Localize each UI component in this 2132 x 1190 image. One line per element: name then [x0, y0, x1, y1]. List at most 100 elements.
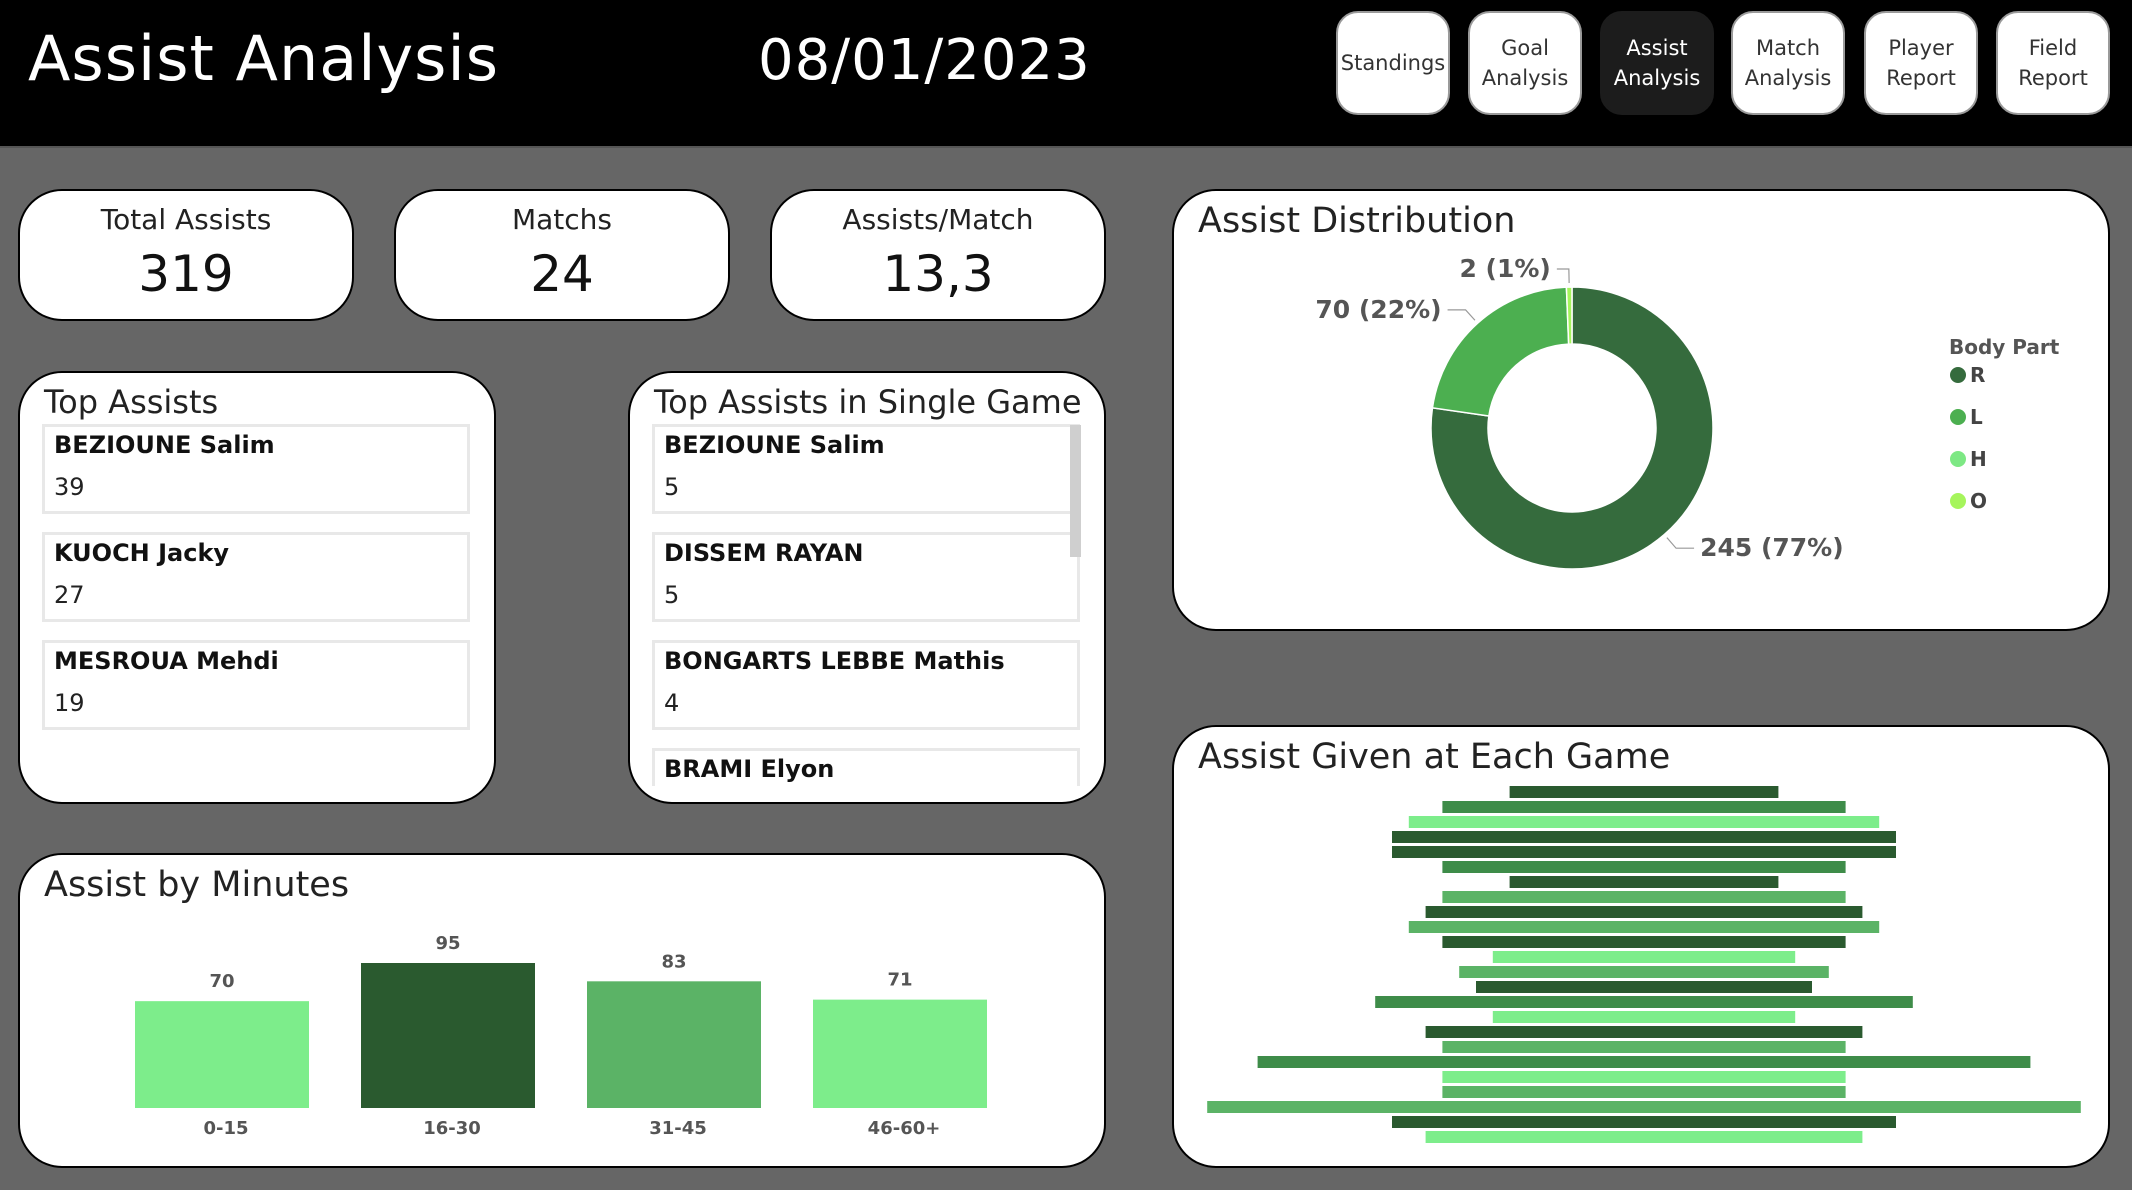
nav-goal-analysis-button[interactable]: Goal Analysis	[1468, 11, 1582, 115]
nav-label: Player	[1888, 36, 1954, 60]
category-label: 0-15	[203, 1118, 248, 1139]
legend-item[interactable]: R	[1970, 363, 1985, 387]
game-bar[interactable]	[1408, 816, 1880, 828]
nav-label: Analysis	[1744, 66, 1832, 90]
game-bar[interactable]	[1442, 891, 1846, 903]
kpi-label: Assists/Match	[842, 203, 1034, 236]
list-item[interactable]: BONGARTS LEBBE Mathis 4	[652, 640, 1080, 730]
donut-slice-L[interactable]	[1431, 286, 1570, 417]
nav-label: Report	[1886, 66, 1956, 90]
data-label: 83	[661, 951, 686, 972]
assist-by-minutes-card: Assist by Minutes 70 0-15 95 16-30 83 31-45 71…	[18, 853, 1106, 1168]
list-item[interactable]: KUOCH Jacky 27	[42, 532, 470, 622]
bar[interactable]	[813, 999, 987, 1108]
assist-count: 27	[54, 581, 85, 609]
category-label: 16-30	[423, 1118, 481, 1139]
game-bar[interactable]	[1476, 981, 1812, 993]
kpi-matchs: Matchs 24	[394, 189, 730, 321]
player-name: BEZIOUNE Salim	[664, 431, 885, 459]
nav-label: Analysis	[1613, 66, 1701, 90]
nav-player-report-button[interactable]: Player Report	[1864, 11, 1978, 115]
assist-each-game-card: Assist Given at Each Game	[1172, 725, 2110, 1168]
game-bar[interactable]	[1509, 876, 1779, 888]
game-bar[interactable]	[1492, 1011, 1796, 1023]
slice-label: 245 (77%)	[1700, 533, 1844, 562]
game-bar[interactable]	[1392, 1116, 1896, 1128]
assist-distribution-card: Assist Distribution 245 (77%) 70 (22%) 2 (…	[1172, 189, 2110, 631]
game-bar[interactable]	[1442, 861, 1846, 873]
game-bar[interactable]	[1442, 1041, 1846, 1053]
player-name: BONGARTS LEBBE Mathis	[664, 647, 1005, 675]
game-bar[interactable]	[1442, 1086, 1846, 1098]
page-title: Assist Analysis	[28, 22, 500, 95]
game-bar[interactable]	[1492, 951, 1796, 963]
player-name: KUOCH Jacky	[54, 539, 230, 567]
game-bar[interactable]	[1442, 1071, 1846, 1083]
scrollable-list[interactable]: BEZIOUNE Salim 5 DISSEM RAYAN 5 BONGARTS…	[630, 373, 1104, 786]
body-part-donut-chart: 245 (77%) 70 (22%) 2 (1%) Body Part RLHO	[1315, 254, 2060, 570]
slice-label: 70 (22%)	[1315, 295, 1441, 324]
nav-standings-button[interactable]: Standings	[1336, 11, 1450, 115]
category-label: 31-45	[649, 1118, 707, 1139]
assist-count: 5	[664, 581, 680, 609]
game-bar[interactable]	[1207, 1101, 2081, 1113]
kpi-label: Matchs	[511, 203, 613, 236]
bar[interactable]	[361, 963, 535, 1108]
player-name: BEZIOUNE Salim	[54, 431, 275, 459]
legend-swatch	[1950, 493, 1966, 509]
top-assists-card: Top Assists BEZIOUNE Salim 39 KUOCH Jack…	[18, 371, 496, 804]
game-bar[interactable]	[1425, 1026, 1863, 1038]
bar[interactable]	[587, 981, 761, 1108]
bar[interactable]	[135, 1001, 309, 1108]
kpi-value: 24	[530, 245, 594, 303]
list-item[interactable]: BRAMI Elyon	[652, 748, 1080, 786]
game-bar[interactable]	[1392, 846, 1896, 858]
leader-line	[1556, 268, 1570, 284]
legend-swatch	[1950, 409, 1966, 425]
list-item[interactable]: MESROUA Mehdi 19	[42, 640, 470, 730]
nav-assist-analysis-button[interactable]: Assist Analysis	[1600, 11, 1714, 115]
top-single-game-card: Top Assists in Single Game BEZIOUNE Sali…	[628, 371, 1106, 804]
game-bar[interactable]	[1442, 801, 1846, 813]
legend-swatch	[1950, 367, 1966, 383]
game-bar[interactable]	[1408, 921, 1880, 933]
category-label: 46-60+	[868, 1118, 941, 1139]
game-bar[interactable]	[1425, 1131, 1863, 1143]
game-bar[interactable]	[1257, 1056, 2031, 1068]
list-item[interactable]: DISSEM RAYAN 5	[652, 532, 1080, 622]
player-name: DISSEM RAYAN	[664, 539, 864, 567]
card-title: Top Assists	[44, 383, 219, 421]
game-bar[interactable]	[1375, 996, 1913, 1008]
game-bar[interactable]	[1459, 966, 1829, 978]
nav-match-analysis-button[interactable]: Match Analysis	[1731, 11, 1845, 115]
leader-line	[1447, 309, 1476, 321]
nav-label: Standings	[1340, 51, 1446, 75]
game-bar[interactable]	[1442, 936, 1846, 948]
assist-count: 5	[664, 473, 680, 501]
kpi-value: 319	[138, 245, 234, 303]
list-item[interactable]: BEZIOUNE Salim 5	[652, 424, 1080, 514]
scrollbar-thumb[interactable]	[1070, 425, 1081, 557]
kpi-value: 13,3	[882, 245, 994, 303]
assist-count: 4	[664, 689, 680, 717]
nav-label: Field	[2028, 36, 2078, 60]
game-bar[interactable]	[1509, 786, 1779, 798]
legend-title: Body Part	[1949, 335, 2060, 359]
minutes-bar-chart: 70 0-15 95 16-30 83 31-45 71 46-60+	[135, 933, 987, 1139]
kpi-label: Total Assists	[100, 203, 272, 236]
nav-label: Report	[2018, 66, 2088, 90]
game-bar[interactable]	[1425, 906, 1863, 918]
header-bar: Assist Analysis 08/01/2023 Standings Goa…	[0, 0, 2132, 148]
legend-swatch	[1950, 451, 1966, 467]
data-label: 95	[435, 933, 460, 954]
nav-label: Match	[1755, 36, 1821, 60]
assist-count: 19	[54, 689, 85, 717]
list-item[interactable]: BEZIOUNE Salim 39	[42, 424, 470, 514]
assist-count: 39	[54, 473, 85, 501]
nav-field-report-button[interactable]: Field Report	[1996, 11, 2110, 115]
legend-item[interactable]: L	[1970, 405, 1983, 429]
legend-item[interactable]: O	[1970, 489, 1987, 513]
report-date: 08/01/2023	[758, 28, 1091, 93]
game-bar[interactable]	[1392, 831, 1896, 843]
legend-item[interactable]: H	[1970, 447, 1987, 471]
